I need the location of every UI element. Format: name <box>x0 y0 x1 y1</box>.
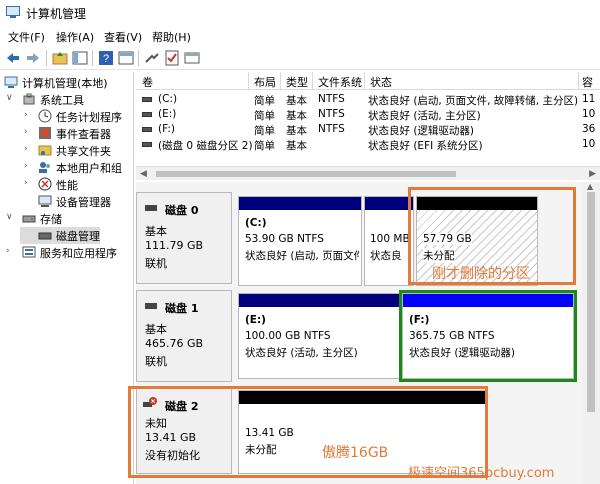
annotation-deleted-partition: 刚才删除的分区 <box>432 266 530 282</box>
column-filesystem[interactable]: 文件系统 <box>318 74 362 90</box>
partition-efi[interactable]: 100 MB 状态良 <box>364 196 414 286</box>
chevron-right-icon[interactable]: › <box>24 110 34 120</box>
help-icon[interactable]: ? <box>98 50 114 66</box>
list-header: 卷 布局 类型 文件系统 状态 容 <box>136 72 600 90</box>
primary-partition-bar <box>239 294 399 307</box>
clock-icon <box>38 109 52 123</box>
tree-item-system-tools[interactable]: ∨ 系统工具 <box>0 91 132 108</box>
column-capacity[interactable]: 容 <box>582 74 593 90</box>
performance-icon <box>38 177 52 191</box>
tools-icon <box>22 92 36 106</box>
watermark: 极速空间365pcbuy.com <box>408 466 555 481</box>
computer-management-icon <box>6 6 20 18</box>
volume-icon <box>142 142 152 147</box>
checklist-icon[interactable] <box>164 50 180 66</box>
table-row[interactable]: (E:) 简单 基本 NTFS 状态良好 (活动, 主分区) 10 <box>136 107 600 122</box>
column-type[interactable]: 类型 <box>286 74 308 90</box>
disk-icon <box>145 303 157 309</box>
users-icon <box>38 160 52 174</box>
svg-text:?: ? <box>103 53 109 65</box>
toolbar: ? <box>0 46 600 70</box>
title-bar: 计算机管理 <box>0 0 600 26</box>
chevron-right-icon[interactable]: › <box>24 178 34 188</box>
tree-item-task-scheduler[interactable]: › 任务计划程序 <box>0 108 132 125</box>
partition-e[interactable]: (E:) 100.00 GB NTFS 状态良好 (活动, 主分区) <box>238 293 400 379</box>
vertical-scrollbar[interactable]: ▲ <box>582 182 600 484</box>
disk-1-info[interactable]: 磁盘 1 基本 465.76 GB 联机 <box>136 290 232 382</box>
device-manager-icon <box>38 194 52 208</box>
table-row[interactable]: (磁盘 0 磁盘分区 2) 简单 基本 状态良好 (EFI 系统分区) 10 <box>136 137 600 152</box>
disk-0-info[interactable]: 磁盘 0 基本 111.79 GB 联机 <box>136 192 232 284</box>
window-icon[interactable] <box>184 50 200 66</box>
horizontal-scrollbar[interactable]: ◀ ▶ <box>136 166 600 180</box>
primary-partition-bar <box>239 197 361 210</box>
event-viewer-icon <box>38 126 52 140</box>
menu-help[interactable]: 帮助(H) <box>152 29 191 45</box>
services-icon <box>22 245 36 259</box>
connect-icon[interactable] <box>144 50 160 66</box>
tree-item-storage[interactable]: ∨ 存储 <box>0 210 132 227</box>
properties-icon[interactable] <box>118 50 134 66</box>
storage-icon <box>22 211 36 225</box>
volume-icon <box>142 127 152 132</box>
volume-icon <box>142 97 152 102</box>
column-status[interactable]: 状态 <box>370 74 392 90</box>
tree-item-root[interactable]: 计算机管理(本地) <box>0 74 132 91</box>
volume-icon <box>142 112 152 117</box>
tree-item-event-viewer[interactable]: › 事件查看器 <box>0 125 132 142</box>
tree-item-shared-folders[interactable]: › 共享文件夹 <box>0 142 132 159</box>
scroll-up-icon[interactable]: ▲ <box>587 182 593 191</box>
tree-item-services-apps[interactable]: › 服务和应用程序 <box>0 244 132 261</box>
scroll-thumb[interactable] <box>156 171 456 177</box>
navigation-tree: 计算机管理(本地) ∨ 系统工具 › 任务计划程序 › 事件查看器 › 共享文件… <box>0 72 134 484</box>
chevron-right-icon[interactable]: › <box>24 127 34 137</box>
primary-partition-bar <box>365 197 413 210</box>
table-row[interactable]: (C:) 简单 基本 NTFS 状态良好 (启动, 页面文件, 故障转储, 主分… <box>136 92 600 107</box>
tree-item-local-users[interactable]: › 本地用户和组 <box>0 159 132 176</box>
window-title: 计算机管理 <box>26 7 87 21</box>
disk-management-icon <box>38 228 52 242</box>
menu-bar: 文件(F) 操作(A) 查看(V) 帮助(H) <box>0 26 600 46</box>
tree-item-performance[interactable]: › 性能 <box>0 176 132 193</box>
column-layout[interactable]: 布局 <box>254 74 276 90</box>
menu-view[interactable]: 查看(V) <box>104 29 142 45</box>
tree-item-disk-management[interactable]: 磁盘管理 <box>20 227 100 244</box>
show-hide-tree-icon[interactable] <box>72 50 88 66</box>
disk-icon <box>145 205 157 211</box>
chevron-right-icon[interactable]: › <box>24 144 34 154</box>
scroll-right-icon[interactable]: ▶ <box>589 169 596 179</box>
table-row[interactable]: (F:) 简单 基本 NTFS 状态良好 (逻辑驱动器) 36 <box>136 122 600 137</box>
chevron-right-icon[interactable]: › <box>6 246 16 256</box>
forward-arrow-icon[interactable] <box>25 50 41 66</box>
shared-folder-icon <box>38 143 52 157</box>
tree-item-device-manager[interactable]: 设备管理器 <box>0 193 132 210</box>
annotation-aoteng: 傲腾16GB <box>322 445 389 461</box>
back-arrow-icon[interactable] <box>5 50 21 66</box>
partition-c[interactable]: (C:) 53.90 GB NTFS 状态良好 (启动, 页面文件 <box>238 196 362 286</box>
chevron-right-icon[interactable]: › <box>24 161 34 171</box>
chevron-down-icon[interactable]: ∨ <box>6 93 16 103</box>
computer-icon <box>4 75 18 89</box>
menu-file[interactable]: 文件(F) <box>8 29 45 45</box>
menu-action[interactable]: 操作(A) <box>56 29 94 45</box>
scroll-left-icon[interactable]: ◀ <box>140 169 147 179</box>
up-folder-icon[interactable] <box>52 50 68 66</box>
chevron-down-icon[interactable]: ∨ <box>6 212 16 222</box>
scroll-thumb[interactable] <box>587 192 595 412</box>
highlight-box-green <box>399 290 577 382</box>
column-volume[interactable]: 卷 <box>142 74 153 90</box>
